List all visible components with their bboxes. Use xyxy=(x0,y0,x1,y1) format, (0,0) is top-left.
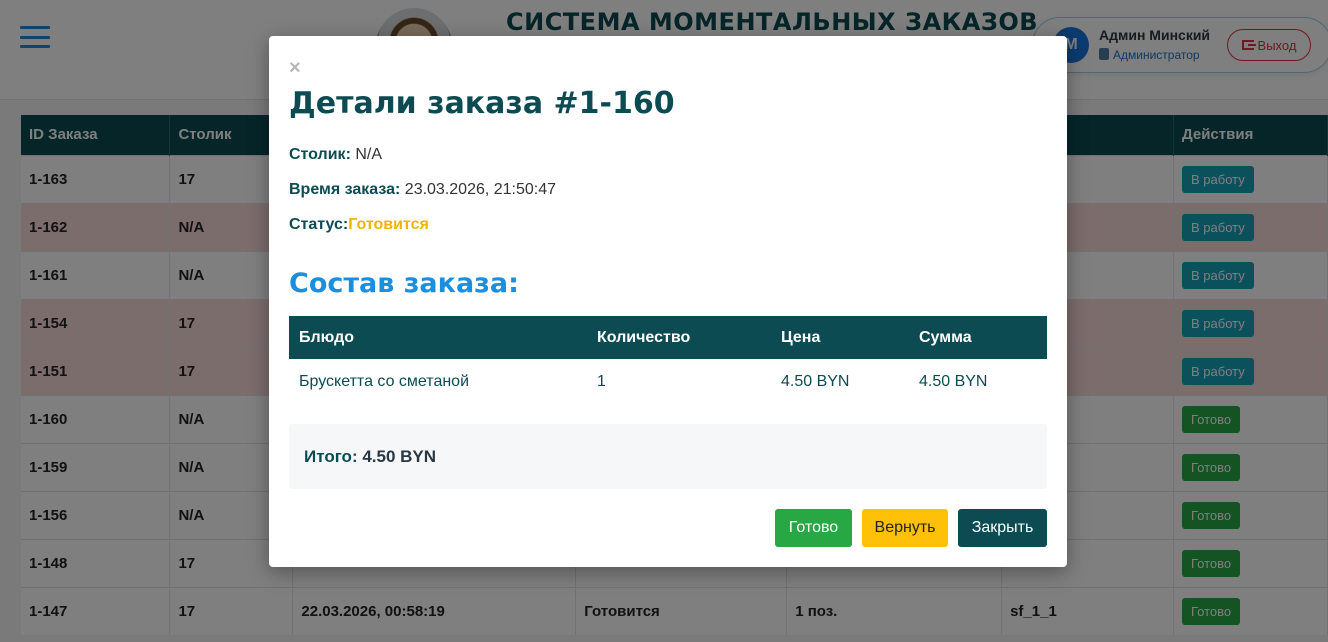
status-badge: Готовится xyxy=(348,216,429,233)
order-status-info: Статус:Готовится xyxy=(289,216,429,234)
time-value: 23.03.2026, 21:50:47 xyxy=(400,181,557,198)
table-label: Столик: xyxy=(289,146,351,163)
column-header-qty: Количество xyxy=(587,316,771,359)
order-time-info: Время заказа: 23.03.2026, 21:50:47 xyxy=(289,181,556,199)
column-header-sum: Сумма xyxy=(909,316,1047,359)
total-value: 4.50 BYN xyxy=(357,447,437,466)
close-button[interactable]: Закрыть xyxy=(958,509,1047,547)
table-value: N/A xyxy=(350,146,383,163)
order-details-modal: × Детали заказа #1-160 Столик: N/A Время… xyxy=(269,36,1067,567)
return-button[interactable]: Вернуть xyxy=(862,509,948,547)
order-items-table: Блюдо Количество Цена Сумма Брускетта со… xyxy=(289,316,1047,405)
item-sum: 4.50 BYN xyxy=(919,373,988,390)
status-label: Статус: xyxy=(289,216,349,233)
order-total: Итого: 4.50 BYN xyxy=(289,424,1047,489)
close-icon[interactable]: × xyxy=(289,58,301,78)
order-table-info: Столик: N/A xyxy=(289,146,382,164)
column-header-dish: Блюдо xyxy=(289,316,587,359)
time-label: Время заказа: xyxy=(289,181,401,198)
item-qty: 1 xyxy=(597,373,606,390)
done-button[interactable]: Готово xyxy=(775,509,852,547)
item-price: 4.50 BYN xyxy=(781,373,850,390)
item-dish: Брускетта со сметаной xyxy=(299,373,470,390)
modal-title: Детали заказа #1-160 xyxy=(289,86,675,121)
table-row: Брускетта со сметаной 1 4.50 BYN 4.50 BY… xyxy=(289,359,1047,405)
total-line: Итого: 4.50 BYN xyxy=(304,447,436,467)
total-label: Итого: xyxy=(304,447,358,466)
column-header-price: Цена xyxy=(771,316,909,359)
composition-title: Состав заказа: xyxy=(289,268,519,299)
items-header-row: Блюдо Количество Цена Сумма xyxy=(289,316,1047,359)
